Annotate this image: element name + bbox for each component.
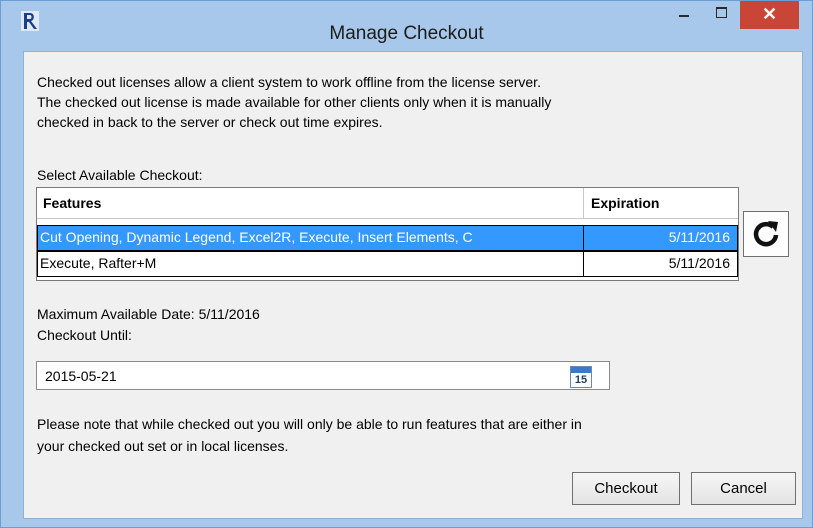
cancel-button[interactable]: Cancel: [691, 472, 796, 505]
column-header-expiration[interactable]: Expiration: [591, 195, 659, 211]
minimize-button[interactable]: [669, 1, 699, 23]
cell-divider: [583, 226, 584, 250]
max-date-value: 5/11/2016: [198, 306, 260, 322]
description-line: The checked out license is made availabl…: [37, 94, 552, 110]
checkout-date-input[interactable]: 2015-05-21: [45, 368, 117, 384]
manage-checkout-window: Manage Checkout ✕ Checked out licenses a…: [0, 0, 813, 528]
close-button[interactable]: ✕: [740, 1, 799, 29]
grid-row[interactable]: Execute, Rafter+M 5/11/2016: [37, 251, 738, 277]
calendar-day: 15: [574, 374, 588, 386]
calendar-header: [571, 367, 591, 373]
max-date-row: Maximum Available Date: 5/11/2016: [37, 306, 260, 322]
column-divider[interactable]: [583, 188, 584, 218]
row-features-cell: Cut Opening, Dynamic Legend, Excel2R, Ex…: [40, 229, 473, 245]
description-line: checked in back to the server or check o…: [37, 114, 383, 130]
checkout-date-picker[interactable]: 2015-05-21 15: [36, 361, 610, 390]
grid-header: Features Expiration: [37, 188, 738, 219]
select-checkout-label: Select Available Checkout:: [37, 167, 203, 183]
max-date-label: Maximum Available Date:: [37, 306, 195, 322]
cell-divider: [583, 252, 584, 276]
description-text: Checked out licenses allow a client syst…: [37, 72, 777, 132]
refresh-icon: [753, 221, 779, 247]
checkout-until-label: Checkout Until:: [37, 327, 132, 343]
dialog-content: Checked out licenses allow a client syst…: [23, 51, 803, 519]
row-features-cell: Execute, Rafter+M: [40, 255, 157, 271]
title-bar[interactable]: Manage Checkout ✕: [1, 1, 812, 47]
window-title: Manage Checkout: [329, 23, 484, 44]
column-header-features[interactable]: Features: [43, 195, 101, 211]
refresh-button[interactable]: [743, 211, 789, 257]
calendar-icon[interactable]: 15: [570, 366, 592, 388]
row-expiration-cell: 5/11/2016: [668, 229, 730, 245]
checkout-grid[interactable]: Features Expiration Cut Opening, Dynamic…: [36, 187, 739, 281]
checkout-button[interactable]: Checkout: [572, 472, 680, 505]
note-line: your checked out set or in local license…: [37, 438, 289, 454]
grid-row[interactable]: Cut Opening, Dynamic Legend, Excel2R, Ex…: [37, 225, 738, 251]
maximize-button[interactable]: [707, 1, 735, 23]
description-line: Checked out licenses allow a client syst…: [37, 74, 541, 90]
close-icon: ✕: [761, 4, 778, 24]
note-line: Please note that while checked out you w…: [37, 416, 582, 432]
row-expiration-cell: 5/11/2016: [668, 255, 730, 271]
